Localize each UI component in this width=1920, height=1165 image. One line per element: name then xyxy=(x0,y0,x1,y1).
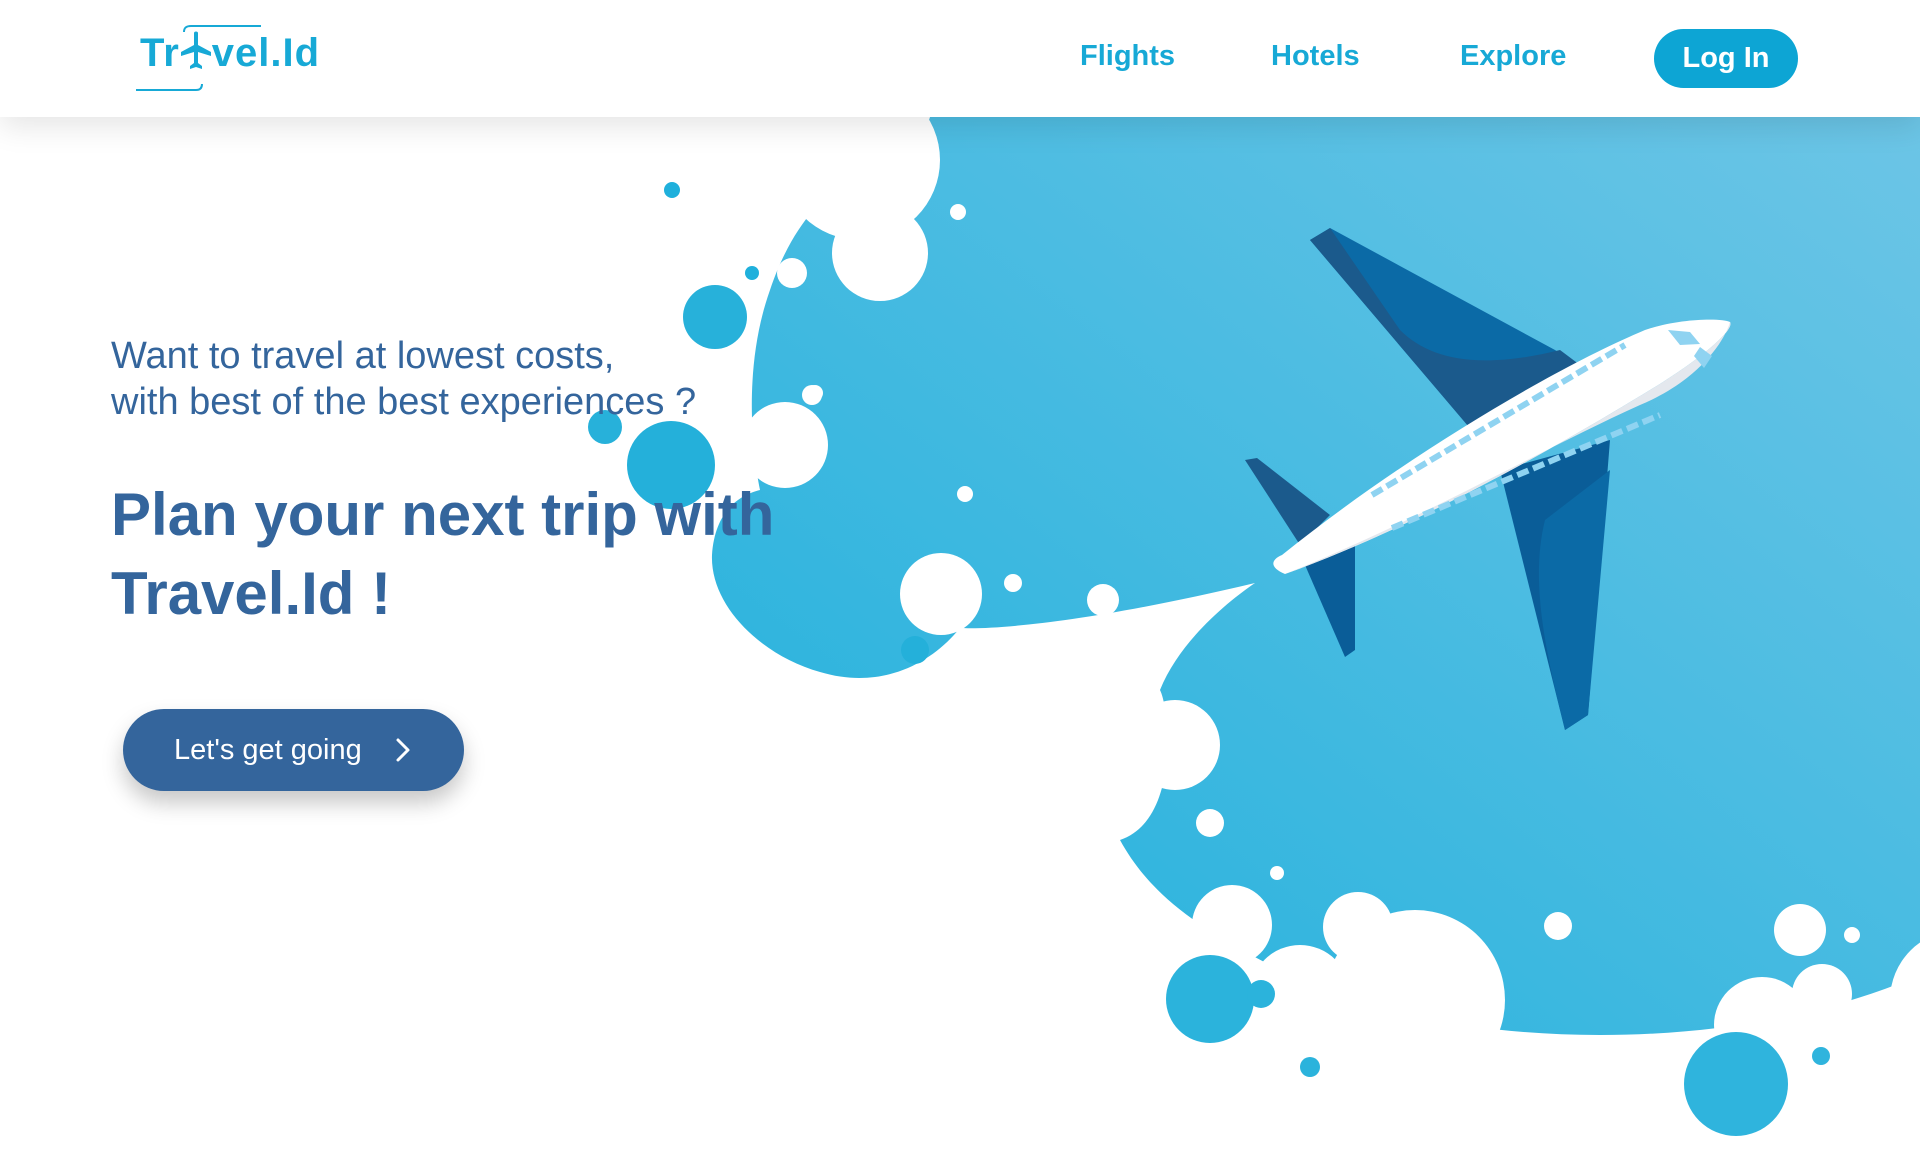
landing-page: Tr vel.Id Flights Hotels Explore Log In W… xyxy=(0,0,1920,1165)
nav-link-explore[interactable]: Explore xyxy=(1460,40,1566,73)
get-going-label: Let's get going xyxy=(174,733,362,766)
top-navbar: Tr vel.Id Flights Hotels Explore Log In xyxy=(0,0,1920,117)
chevron-right-icon xyxy=(396,738,410,762)
hero-tagline-line-1: Want to travel at lowest costs, xyxy=(111,335,615,377)
hero-headline: Plan your next trip with Travel.Id ! xyxy=(111,475,774,633)
hero-tagline: Want to travel at lowest costs, with bes… xyxy=(111,333,696,425)
airplane-icon xyxy=(180,31,211,69)
login-button[interactable]: Log In xyxy=(1654,29,1798,88)
hero-headline-line-1: Plan your next trip with xyxy=(111,481,775,548)
nav-link-flights[interactable]: Flights xyxy=(1080,40,1175,73)
hero-tagline-line-2: with best of the best experiences ? xyxy=(111,381,697,423)
nav-link-hotels[interactable]: Hotels xyxy=(1271,40,1360,73)
logo-text-start: Tr xyxy=(140,31,180,75)
logo-text-end: vel.Id xyxy=(211,31,321,75)
get-going-button[interactable]: Let's get going xyxy=(123,709,464,791)
logo[interactable]: Tr vel.Id xyxy=(136,24,336,94)
hero-headline-line-2: Travel.Id ! xyxy=(111,560,392,627)
